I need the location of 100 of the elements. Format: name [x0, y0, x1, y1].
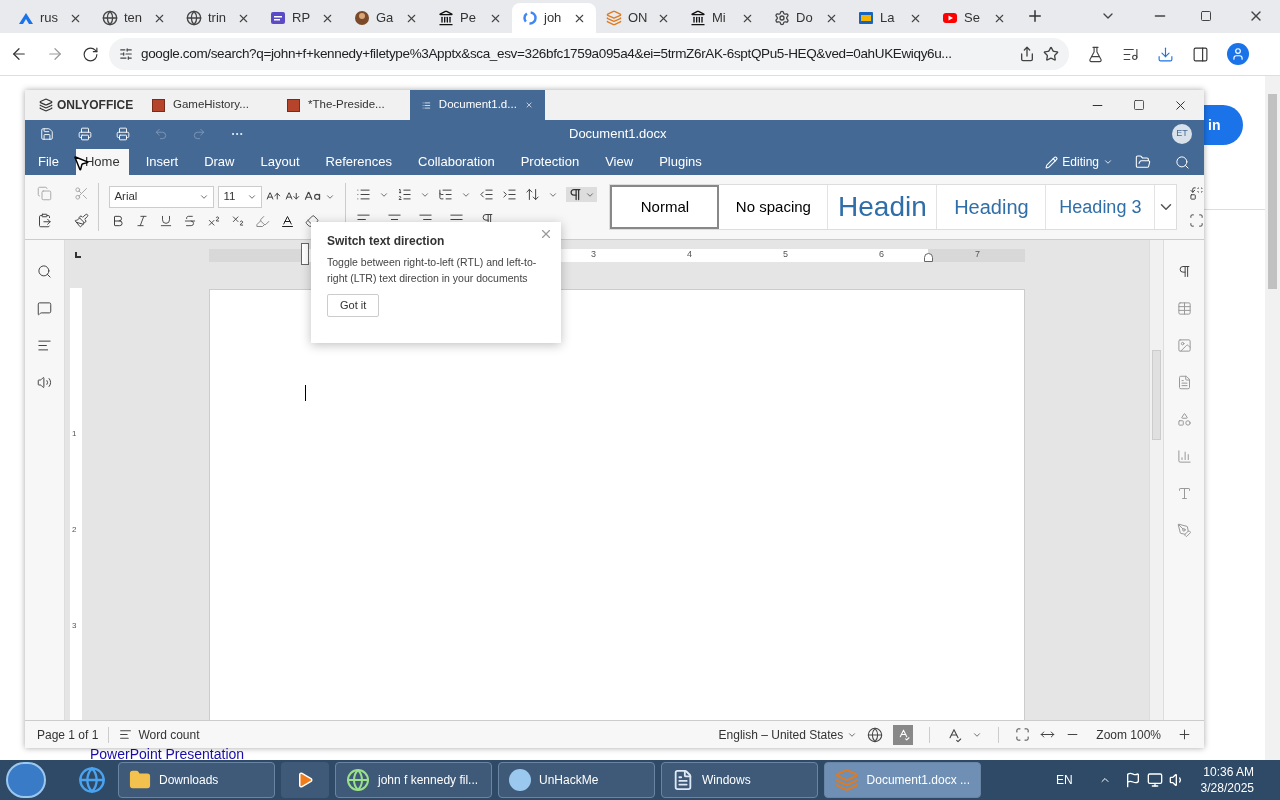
style-preset[interactable]: Headin: [828, 185, 938, 229]
browser-tab[interactable]: ten: [92, 3, 176, 33]
globe-icon[interactable]: [867, 726, 884, 743]
flask-icon[interactable]: [1087, 45, 1104, 63]
taskbar-button[interactable]: UnHackMe: [498, 762, 655, 798]
numbered-list-icon[interactable]: [397, 187, 413, 202]
browser-tab[interactable]: RP: [260, 3, 344, 33]
editing-mode-button[interactable]: Editing: [1045, 149, 1113, 175]
underline-icon[interactable]: [159, 214, 174, 228]
menu-tab[interactable]: File: [29, 149, 68, 175]
header-footer-icon[interactable]: [1176, 375, 1192, 390]
network-icon[interactable]: [1146, 772, 1163, 788]
maximize-icon[interactable]: [1133, 99, 1145, 111]
browser-tab[interactable]: Mi: [680, 3, 764, 33]
quick-print-icon[interactable]: [116, 126, 130, 141]
browser-tab[interactable]: joh: [512, 3, 596, 33]
lines-icon[interactable]: [119, 728, 133, 741]
browser-tab[interactable]: Se: [932, 3, 1016, 33]
result-title-link[interactable]: PowerPoint Presentation: [90, 748, 245, 760]
navigation-icon[interactable]: [37, 338, 52, 353]
subscript-icon[interactable]: [231, 214, 246, 228]
print-icon[interactable]: [78, 126, 92, 141]
open-folder-icon[interactable]: [1135, 154, 1151, 170]
text-art-icon[interactable]: [1176, 486, 1192, 501]
menu-tab[interactable]: Collaboration: [409, 149, 504, 175]
decrease-indent-icon[interactable]: [479, 187, 495, 202]
select-all-icon[interactable]: [1189, 213, 1204, 228]
menu-tab[interactable]: Home: [75, 149, 129, 175]
browser-tab[interactable]: trin: [176, 3, 260, 33]
bookmark-star-icon[interactable]: [1043, 46, 1059, 62]
forward-icon[interactable]: [46, 45, 64, 63]
browser-tab[interactable]: rus: [8, 3, 92, 33]
clock[interactable]: 10:36 AM 3/28/2025: [1200, 764, 1254, 796]
restore-icon[interactable]: [1200, 10, 1212, 22]
paragraph-settings-icon[interactable]: [1176, 264, 1192, 279]
replace-icon[interactable]: [1189, 186, 1204, 201]
onlyoffice-logo[interactable]: ONLYOFFICE: [25, 90, 140, 120]
vertical-scrollbar[interactable]: [1149, 240, 1163, 720]
format-painter-icon[interactable]: [73, 213, 89, 228]
italic-icon[interactable]: [135, 214, 150, 228]
menu-tab[interactable]: Plugins: [650, 149, 711, 175]
sign-in-button[interactable]: in: [1204, 105, 1243, 145]
side-panel-icon[interactable]: [1192, 45, 1209, 63]
text-direction-button[interactable]: [566, 187, 598, 202]
menu-tab[interactable]: References: [316, 149, 402, 175]
line-spacing-icon[interactable]: [525, 187, 541, 202]
signature-icon[interactable]: [1176, 523, 1192, 538]
browser-tab[interactable]: Ga: [344, 3, 428, 33]
table-icon[interactable]: [1176, 301, 1192, 316]
paste-icon[interactable]: [37, 213, 52, 228]
new-tab-icon[interactable]: [1026, 7, 1044, 25]
right-indent-marker[interactable]: [924, 253, 933, 262]
style-preset[interactable]: Heading 3: [1046, 185, 1156, 229]
taskbar-button[interactable]: john f kennedy fil...: [335, 762, 492, 798]
folder-icon[interactable]: [129, 769, 151, 791]
got-it-button[interactable]: Got it: [327, 294, 380, 317]
menu-tab[interactable]: Protection: [511, 149, 589, 175]
speaker-icon[interactable]: [37, 375, 52, 390]
superscript-icon[interactable]: [207, 214, 222, 228]
page-scrollbar[interactable]: [1265, 76, 1280, 760]
indent-marker[interactable]: [301, 243, 309, 265]
browser-tab[interactable]: La: [848, 3, 932, 33]
style-preset[interactable]: Normal: [610, 185, 720, 229]
page-counter[interactable]: Page 1 of 1: [37, 725, 99, 744]
multilevel-list-icon[interactable]: [438, 187, 454, 202]
bold-icon[interactable]: [111, 214, 126, 228]
input-language[interactable]: EN: [1055, 771, 1073, 789]
strikethrough-icon[interactable]: [183, 214, 198, 228]
action-center-icon[interactable]: [1124, 772, 1141, 788]
fit-page-icon[interactable]: [1015, 727, 1031, 742]
menu-tab[interactable]: Layout: [251, 149, 309, 175]
pencil-icon[interactable]: [1045, 155, 1059, 169]
menu-tab[interactable]: Insert: [136, 149, 188, 175]
zoom-level[interactable]: Zoom 100%: [1096, 725, 1161, 744]
document-tab[interactable]: Document1.d...: [410, 90, 545, 120]
search-icon[interactable]: [37, 264, 52, 279]
search-icon[interactable]: [1175, 154, 1190, 170]
download-icon[interactable]: [1157, 45, 1174, 63]
share-icon[interactable]: [1019, 46, 1035, 62]
play-icon[interactable]: [296, 771, 314, 789]
ruler-corner-icon[interactable]: [75, 252, 81, 258]
reload-icon[interactable]: [82, 45, 99, 63]
taskbar-button[interactable]: Windows: [661, 762, 818, 798]
style-preset[interactable]: No spacing: [719, 185, 829, 229]
taskbar-button[interactable]: Downloads: [118, 762, 275, 798]
bullet-list-icon[interactable]: [356, 187, 372, 202]
pilcrow-icon[interactable]: [568, 187, 584, 202]
comments-icon[interactable]: [37, 301, 52, 316]
increase-indent-icon[interactable]: [502, 187, 518, 202]
word-count-button[interactable]: Word count: [119, 725, 200, 744]
start-button[interactable]: [6, 762, 46, 798]
site-info-icon[interactable]: [119, 47, 133, 61]
menu-tab[interactable]: Draw: [195, 149, 244, 175]
back-icon[interactable]: [10, 45, 28, 63]
user-avatar[interactable]: ET: [1172, 123, 1192, 144]
font-size-field[interactable]: 11: [218, 185, 263, 208]
document-tab[interactable]: GameHistory...: [140, 90, 275, 120]
highlighter-icon[interactable]: [255, 213, 271, 229]
presentation-file-icon[interactable]: [287, 98, 300, 112]
document-icon[interactable]: [672, 769, 694, 791]
